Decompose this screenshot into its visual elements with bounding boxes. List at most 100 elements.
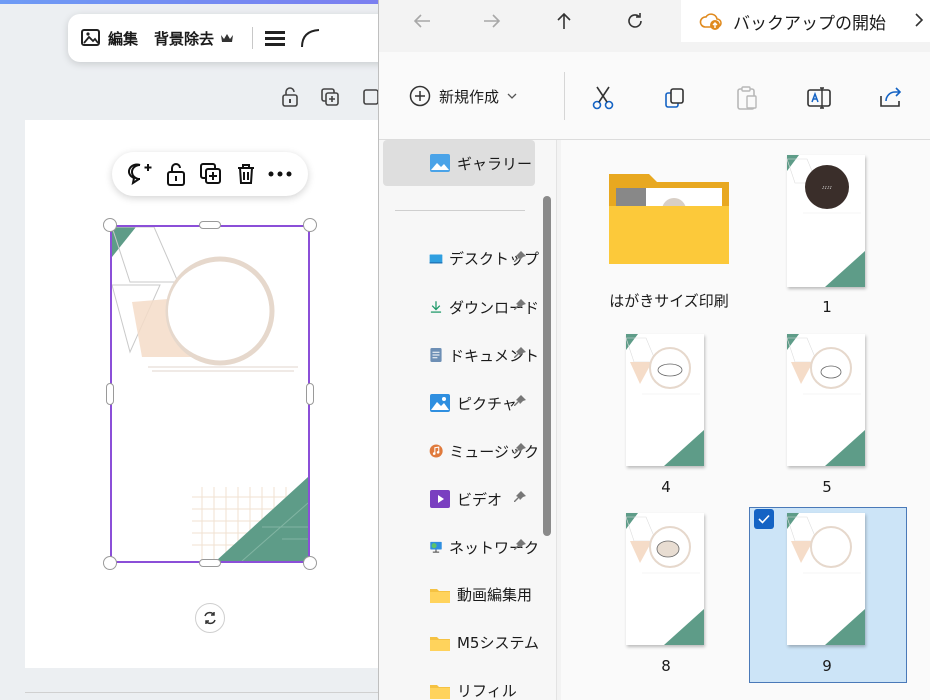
file-item-folder[interactable]: はがきサイズ印刷 — [594, 160, 744, 320]
sidebar-item-label: リフィル — [457, 682, 517, 700]
sidebar-item-pictures[interactable]: ピクチャ — [429, 392, 539, 414]
pin-icon — [514, 395, 526, 406]
sidebar-item-video-editing-folder[interactable]: 動画編集用 — [429, 584, 539, 605]
file-thumbnail-1[interactable]: ♪♪♪♪ — [787, 155, 865, 287]
file-select-checkbox[interactable] — [754, 509, 774, 529]
scissors-icon — [592, 86, 614, 110]
back-button[interactable] — [409, 8, 435, 34]
edit-button[interactable]: 編集 — [80, 27, 138, 49]
pin-icon — [514, 491, 526, 502]
navigation-pane: ギャラリー デスクトップ ダウンロード ドキュメント ピクチャ ミュージック ビ… — [379, 140, 557, 700]
desktop-icon — [429, 254, 443, 263]
edit-label: 編集 — [108, 29, 139, 48]
copy-button[interactable] — [661, 84, 689, 112]
folder-icon — [609, 174, 729, 264]
up-button[interactable] — [551, 8, 577, 34]
file-thumbnail-5[interactable] — [787, 334, 865, 466]
file-name: 1 — [822, 298, 832, 316]
file-caption-1: 1 — [777, 298, 877, 316]
corner-radius-icon[interactable] — [299, 27, 321, 49]
new-label: 新規作成 — [439, 87, 500, 106]
file-caption-5: 5 — [777, 478, 877, 496]
new-button[interactable]: 新規作成 — [409, 85, 517, 107]
card-artwork — [112, 227, 308, 561]
sidebar-item-videos[interactable]: ビデオ — [429, 488, 539, 510]
add-page-icon[interactable] — [360, 86, 380, 108]
command-divider — [564, 72, 565, 120]
sidebar-gallery-entry[interactable]: ギャラリー — [429, 152, 539, 174]
resize-handle-left[interactable] — [106, 383, 114, 405]
paste-button[interactable] — [733, 84, 761, 112]
sidebar-item-desktop[interactable]: デスクトップ — [429, 248, 539, 269]
sidebar-scrollbar[interactable] — [543, 196, 551, 536]
sidebar-item-label: ピクチャ — [457, 394, 517, 413]
file-thumbnail-9[interactable] — [787, 513, 865, 645]
cut-button[interactable] — [589, 84, 617, 112]
sidebar-item-label: 動画編集用 — [457, 586, 533, 604]
duplicate-element-icon[interactable] — [199, 162, 223, 186]
pictures-icon — [430, 394, 450, 412]
file-name: 5 — [822, 478, 832, 496]
cloud-backup-icon — [699, 13, 722, 30]
resize-handle-right[interactable] — [306, 383, 314, 405]
network-icon — [430, 541, 442, 553]
image-toolbar: 編集 背景除去 — [68, 14, 380, 62]
sidebar-item-network[interactable]: ネットワーク — [429, 536, 539, 558]
sidebar-divider — [395, 210, 525, 211]
command-bar: 新規作成 — [379, 52, 930, 140]
chevron-down-icon — [507, 93, 517, 99]
sidebar-item-downloads[interactable]: ダウンロード — [429, 296, 539, 318]
backup-label: バックアップの開始 — [733, 13, 886, 34]
resize-handle-bottom[interactable] — [199, 559, 221, 567]
arrow-left-icon — [413, 14, 430, 28]
selected-card-design[interactable] — [110, 225, 310, 563]
file-thumbnail-8[interactable] — [626, 513, 704, 645]
resize-handle-top-left[interactable] — [103, 218, 117, 232]
line-style-icon[interactable] — [265, 28, 286, 49]
pin-icon — [514, 443, 526, 454]
music-icon — [429, 444, 443, 458]
refresh-button[interactable] — [622, 8, 648, 34]
folder-icon — [430, 588, 450, 603]
sidebar-item-music[interactable]: ミュージック — [429, 440, 539, 462]
share-icon — [880, 87, 902, 107]
share-button[interactable] — [877, 84, 905, 112]
file-caption-9: 9 — [777, 657, 877, 675]
resize-handle-bottom-right[interactable] — [303, 556, 317, 570]
more-options-icon[interactable] — [268, 170, 292, 178]
lock-icon[interactable] — [280, 86, 300, 108]
sidebar-item-label: ビデオ — [457, 490, 503, 509]
add-comment-icon[interactable] — [127, 161, 154, 187]
bg-remove-button[interactable]: 背景除去 — [154, 28, 234, 49]
plus-circle-icon — [409, 85, 431, 107]
sidebar-item-m5-system-folder[interactable]: M5システム — [429, 632, 539, 653]
file-name: はがきサイズ印刷 — [609, 292, 729, 310]
folder-icon — [429, 636, 450, 651]
resize-handle-top-right[interactable] — [303, 218, 317, 232]
gallery-icon — [430, 154, 450, 172]
top-accent-strip — [0, 0, 380, 4]
download-arrow-icon — [430, 301, 442, 313]
sidebar-item-documents[interactable]: ドキュメント — [429, 344, 539, 366]
rotate-button[interactable] — [195, 603, 225, 633]
sidebar-item-refill-folder[interactable]: リフィル — [429, 680, 539, 700]
file-name: 4 — [661, 478, 671, 496]
toolbar-divider — [252, 27, 254, 49]
file-thumbnail-4[interactable] — [626, 334, 704, 466]
resize-handle-bottom-left[interactable] — [103, 556, 117, 570]
duplicate-icon[interactable] — [320, 86, 340, 108]
rename-button[interactable] — [805, 84, 833, 112]
page-actions — [280, 86, 380, 108]
unlock-icon[interactable] — [165, 161, 187, 187]
forward-button[interactable] — [479, 8, 505, 34]
refresh-icon — [628, 13, 642, 28]
clipboard-icon — [737, 86, 757, 110]
trash-icon[interactable] — [235, 162, 257, 186]
backup-start-button[interactable]: バックアップの開始 — [681, 0, 930, 42]
design-editor: 編集 背景除去 — [0, 0, 380, 700]
chevron-right-icon — [915, 13, 924, 27]
pin-icon — [514, 251, 526, 262]
resize-handle-top[interactable] — [199, 221, 221, 229]
card-thumbnail: ♪♪♪♪ — [787, 155, 865, 287]
card-thumbnail — [626, 334, 704, 466]
